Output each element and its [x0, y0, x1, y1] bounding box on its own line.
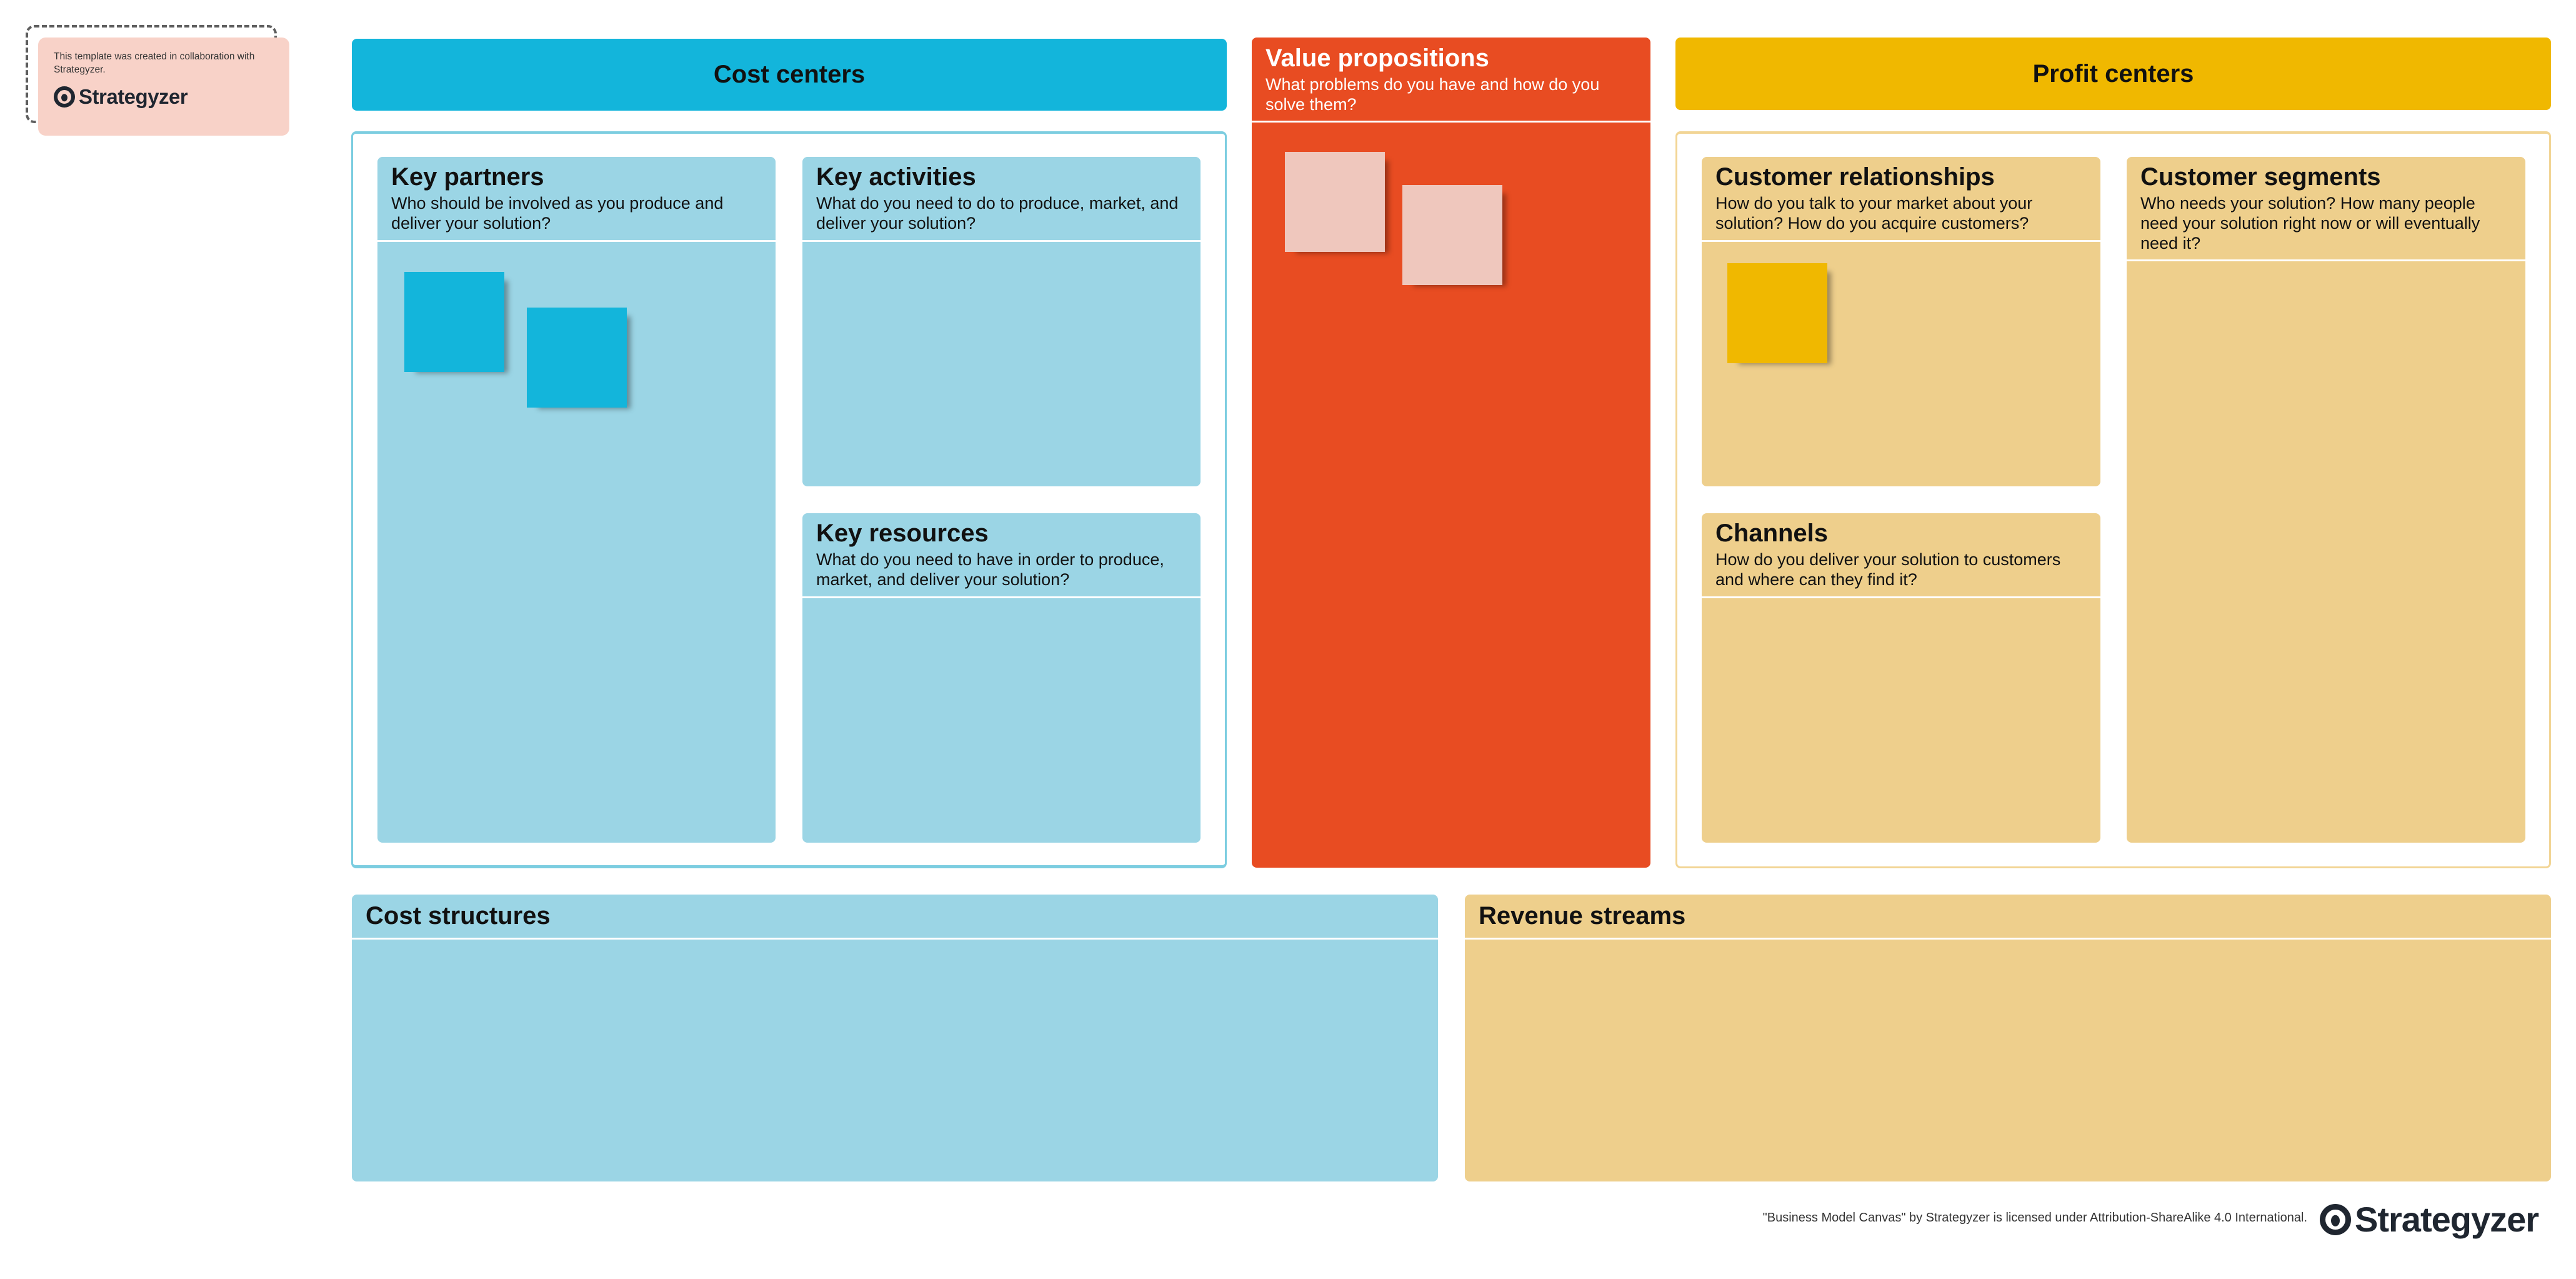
key-resources-header: Key resources What do you need to have i…	[802, 513, 1201, 598]
attribution-note[interactable]: This template was created in collaborati…	[38, 38, 289, 136]
channels-block[interactable]: Channels How do you deliver your solutio…	[1702, 513, 2100, 843]
key-resources-subtitle: What do you need to have in order to pro…	[816, 550, 1164, 589]
profit-centers-header[interactable]: Profit centers	[1675, 38, 2551, 110]
customer-segments-subtitle: Who needs your solution? How many people…	[2140, 194, 2480, 253]
key-partners-block[interactable]: Key partners Who should be involved as y…	[377, 157, 776, 843]
cost-structures-title: Cost structures	[366, 902, 551, 930]
key-partners-subtitle: Who should be involved as you produce an…	[391, 194, 724, 233]
channels-title: Channels	[1715, 519, 1829, 547]
revenue-streams-header: Revenue streams	[1465, 895, 2551, 940]
value-propositions-title: Value propositions	[1266, 44, 1489, 72]
profit-centers-label: Profit centers	[2032, 59, 2194, 88]
key-activities-title: Key activities	[816, 163, 976, 191]
strategyzer-mark-icon	[2320, 1203, 2351, 1235]
customer-segments-block[interactable]: Customer segments Who needs your solutio…	[2127, 157, 2525, 843]
sticky-note[interactable]	[1402, 185, 1502, 285]
sticky-note[interactable]	[1727, 263, 1827, 363]
attribution-text: This template was created in collaborati…	[54, 51, 255, 75]
value-propositions-subtitle: What problems do you have and how do you…	[1266, 75, 1600, 114]
revenue-streams-block[interactable]: Revenue streams	[1465, 895, 2551, 1181]
logo-text: Strategyzer	[79, 85, 188, 108]
customer-relationships-title: Customer relationships	[1715, 163, 1995, 191]
cost-centers-label: Cost centers	[713, 61, 866, 88]
cost-structures-header: Cost structures	[352, 895, 1438, 940]
key-activities-subtitle: What do you need to do to produce, marke…	[816, 194, 1179, 233]
sticky-note[interactable]	[1285, 152, 1385, 252]
revenue-streams-title: Revenue streams	[1479, 902, 1686, 930]
value-propositions-header: Value propositions What problems do you …	[1252, 38, 1650, 123]
sticky-note[interactable]	[404, 272, 504, 372]
customer-relationships-header: Customer relationships How do you talk t…	[1702, 157, 2100, 242]
strategyzer-logo: Strategyzer	[2320, 1199, 2539, 1240]
customer-segments-title: Customer segments	[2140, 163, 2381, 191]
key-activities-block[interactable]: Key activities What do you need to do to…	[802, 157, 1201, 486]
customer-relationships-subtitle: How do you talk to your market about you…	[1715, 194, 2033, 233]
strategyzer-logo-small: Strategyzer	[54, 85, 289, 109]
sticky-note[interactable]	[527, 308, 627, 408]
cost-centers-header[interactable]: Cost centers	[352, 39, 1227, 111]
key-activities-header: Key activities What do you need to do to…	[802, 157, 1201, 242]
key-partners-header: Key partners Who should be involved as y…	[377, 157, 776, 242]
license-text: "Business Model Canvas" by Strategyzer i…	[1762, 1211, 2307, 1225]
strategyzer-mark-icon	[54, 86, 75, 108]
key-resources-title: Key resources	[816, 519, 989, 547]
channels-subtitle: How do you deliver your solution to cust…	[1715, 550, 2061, 589]
key-partners-title: Key partners	[391, 163, 544, 191]
cost-structures-block[interactable]: Cost structures	[352, 895, 1438, 1181]
key-resources-block[interactable]: Key resources What do you need to have i…	[802, 513, 1201, 843]
channels-header: Channels How do you deliver your solutio…	[1702, 513, 2100, 598]
logo-text: Strategyzer	[2355, 1200, 2539, 1239]
customer-segments-header: Customer segments Who needs your solutio…	[2127, 157, 2525, 261]
